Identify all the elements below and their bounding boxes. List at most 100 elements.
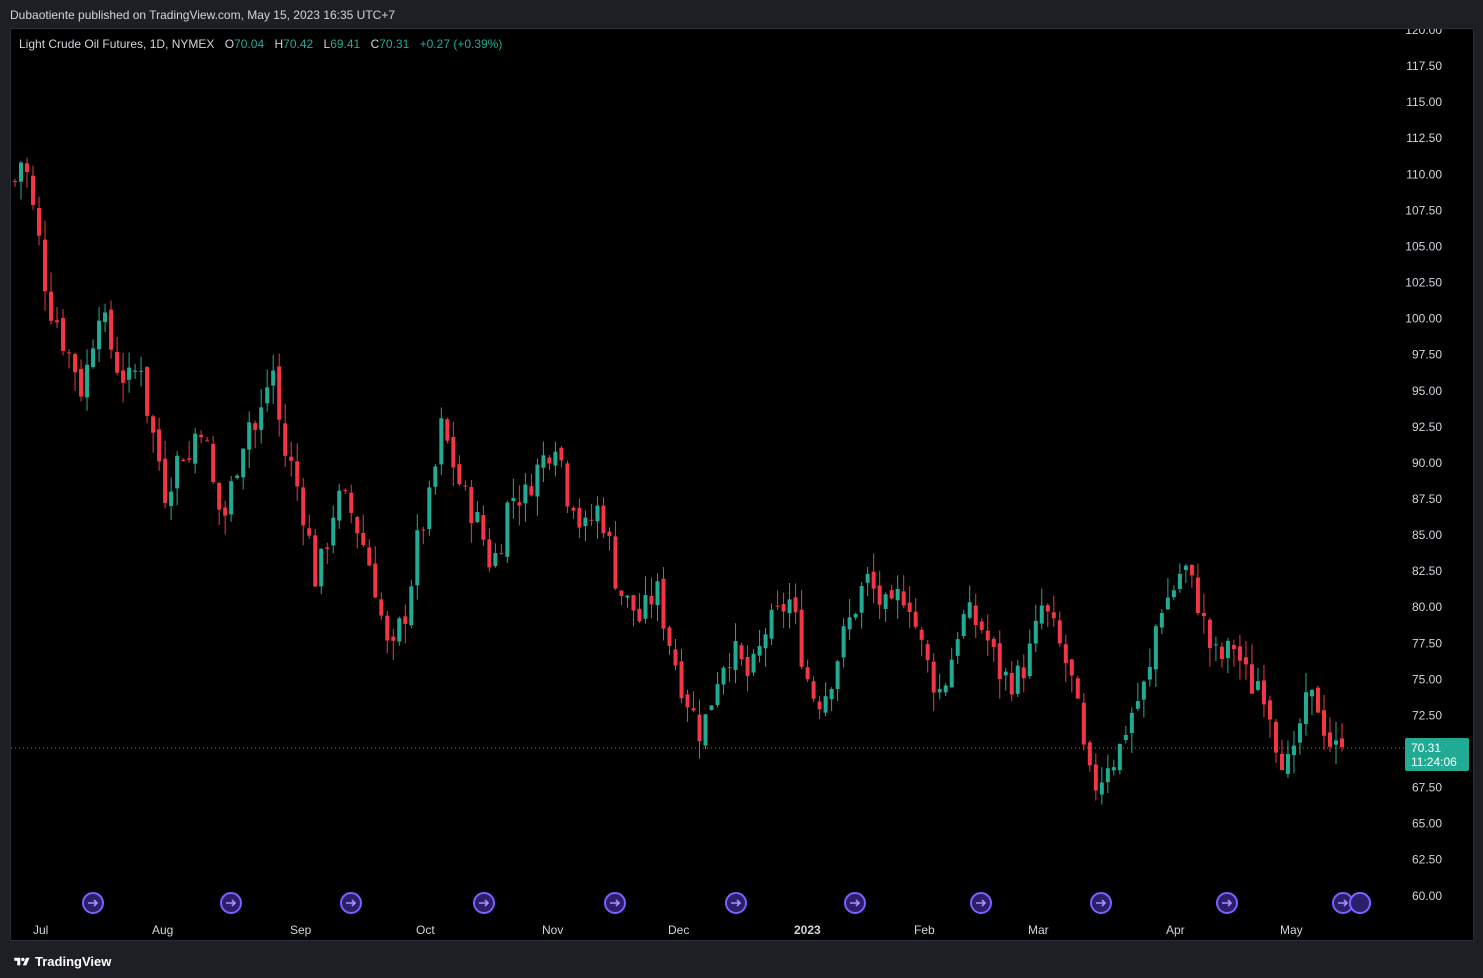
candle (145, 366, 150, 424)
candle (259, 389, 264, 444)
candle (469, 480, 474, 543)
candle (1105, 754, 1110, 794)
candle (181, 458, 186, 462)
candle (103, 303, 108, 333)
last-price: 70.31 (1411, 741, 1442, 755)
price-tick-label: 105.00 (1405, 239, 1442, 253)
tradingview-wordmark: TradingView (35, 954, 112, 969)
candle (193, 427, 198, 474)
candle (31, 165, 36, 210)
time-tick-label: May (1280, 923, 1303, 937)
candle (1057, 611, 1062, 647)
price-tick-label: 92.50 (1412, 420, 1442, 434)
candle (1237, 634, 1242, 680)
candle (1219, 642, 1224, 668)
candle (1111, 759, 1116, 776)
candle (505, 500, 510, 564)
candle (421, 526, 426, 545)
candle (625, 595, 630, 608)
candle (883, 592, 888, 622)
candlestick-chart[interactable]: 120.00 117.50 115.00 112.50 110.00 107.50 105.… (11, 29, 1474, 941)
candle (697, 699, 702, 759)
candle (379, 592, 384, 621)
candle (1249, 644, 1254, 694)
candle (463, 480, 468, 491)
price-tick-label: 67.50 (1412, 781, 1442, 795)
low-value: 69.41 (330, 37, 361, 51)
candle (499, 543, 504, 555)
candle (547, 455, 552, 471)
candle (349, 484, 354, 524)
candle (667, 625, 672, 655)
candle (703, 713, 708, 750)
candle (937, 673, 942, 700)
candle (157, 417, 162, 471)
candle (787, 583, 792, 629)
candle (271, 354, 276, 405)
high-label: H (274, 37, 284, 51)
candle (1333, 721, 1338, 765)
candle (1213, 636, 1218, 662)
candle (943, 683, 948, 697)
candle (901, 575, 906, 609)
candle (1340, 723, 1344, 752)
candle (295, 443, 300, 501)
price-axis: 120.00 117.50 115.00 112.50 110.00 107.50 105.… (1405, 29, 1442, 903)
candle (1075, 675, 1080, 699)
candle (325, 542, 330, 564)
candle (805, 659, 810, 683)
candle (1321, 694, 1326, 750)
candle (559, 446, 564, 468)
candle (661, 567, 666, 641)
arrow-event-icon (340, 892, 362, 914)
candle (187, 441, 192, 463)
candle (391, 628, 396, 660)
candle (97, 306, 102, 363)
candle (235, 473, 240, 480)
candle (1279, 739, 1284, 771)
candle (1177, 563, 1182, 593)
candle (631, 594, 636, 627)
candle (1231, 639, 1236, 667)
candle (751, 649, 756, 677)
candle (385, 610, 390, 654)
candle (685, 689, 690, 722)
candle (1003, 667, 1008, 691)
candle (133, 364, 138, 379)
time-tick-label: Sep (290, 923, 312, 937)
candle (355, 515, 360, 549)
publish-info: Dubaotiente published on TradingView.com… (10, 8, 396, 22)
candle (859, 582, 864, 629)
candle (727, 652, 732, 683)
candle (895, 575, 900, 619)
candle (1045, 603, 1050, 628)
price-tick-label: 75.00 (1412, 672, 1442, 686)
candle (1225, 638, 1230, 674)
candle (19, 160, 24, 200)
candle (877, 570, 882, 619)
candle (1201, 593, 1206, 634)
candle (1033, 604, 1038, 652)
candle (163, 440, 168, 509)
publish-header: Dubaotiente published on TradingView.com… (0, 0, 1483, 30)
candle (967, 585, 972, 620)
candle (1315, 685, 1320, 713)
price-tick-label: 100.00 (1405, 312, 1442, 326)
candle (1087, 740, 1092, 772)
candle (961, 609, 966, 639)
tradingview-logo[interactable]: TradingView (14, 954, 111, 969)
candle (205, 436, 210, 442)
close-label: C (370, 37, 380, 51)
candle (73, 352, 78, 391)
candle (247, 411, 252, 469)
last-price-tag: 70.31 11:24:06 (1405, 738, 1469, 771)
candle (1093, 753, 1098, 801)
arrow-event-icon (604, 892, 626, 914)
candle (979, 617, 984, 634)
chart-pane[interactable]: 120.00 117.50 115.00 112.50 110.00 107.50 105.… (10, 28, 1474, 941)
candle (679, 648, 684, 704)
time-tick-label: Dec (668, 923, 689, 937)
candle (709, 705, 714, 711)
footer-bar: TradingView (0, 944, 1483, 978)
candle (433, 463, 438, 495)
